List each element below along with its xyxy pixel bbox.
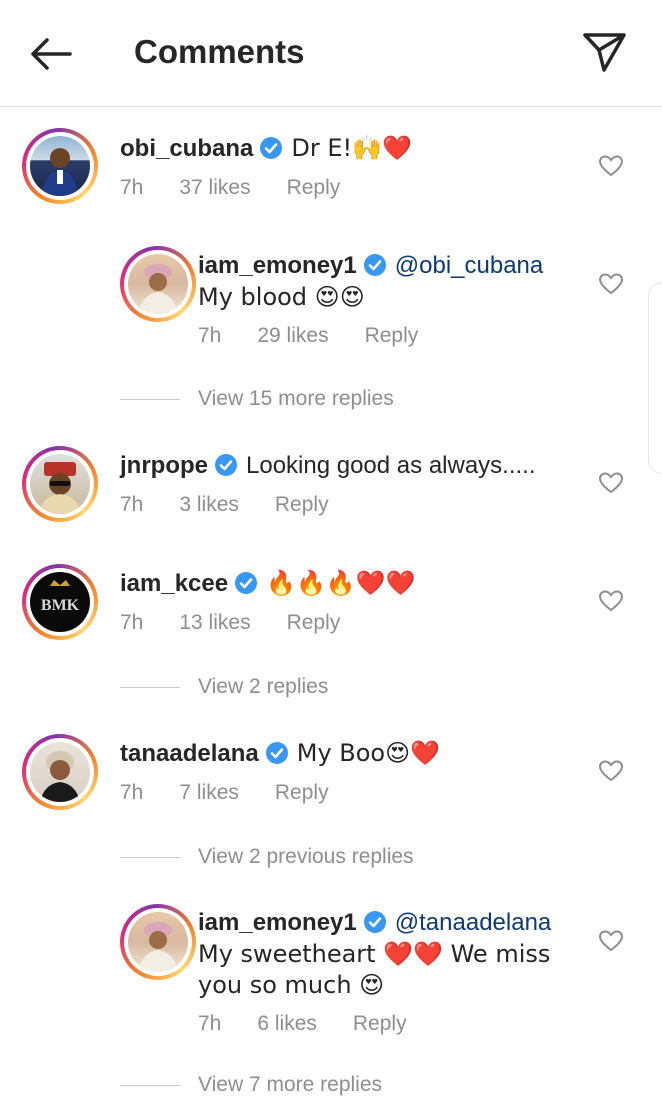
comment-likes[interactable]: 13 likes bbox=[179, 611, 250, 635]
comment-text: My Boo😍❤️ bbox=[296, 739, 441, 767]
reply-button[interactable]: Reply bbox=[365, 324, 419, 348]
comment-text-continued: you so much 😍 bbox=[198, 971, 385, 999]
comment-text: My sweetheart ❤️❤️ We miss bbox=[198, 940, 551, 968]
comment-time: 7h bbox=[120, 611, 144, 634]
arrow-left-icon[interactable] bbox=[26, 34, 76, 74]
divider bbox=[120, 398, 180, 400]
comment-username[interactable]: obi_cubana bbox=[120, 135, 253, 162]
comment-likes[interactable]: 6 likes bbox=[257, 1012, 317, 1036]
comment-likes[interactable]: 29 likes bbox=[257, 324, 328, 348]
heart-icon[interactable] bbox=[598, 589, 624, 613]
view-more-label[interactable]: View 7 more replies bbox=[198, 1073, 382, 1096]
view-previous-replies[interactable]: View 2 previous replies bbox=[120, 845, 414, 869]
mention-link[interactable]: @tanaadelana bbox=[395, 909, 552, 936]
page-title: Comments bbox=[134, 33, 305, 70]
comment-likes[interactable]: 37 likes bbox=[179, 176, 250, 200]
verified-badge-icon bbox=[363, 911, 386, 933]
comment-username[interactable]: iam_kcee bbox=[120, 570, 228, 597]
comment-likes[interactable]: 3 likes bbox=[179, 493, 239, 517]
comment-time: 7h bbox=[198, 324, 222, 347]
comment-time: 7h bbox=[120, 176, 144, 199]
comment-username[interactable]: tanaadelana bbox=[120, 740, 259, 767]
reply-button[interactable]: Reply bbox=[287, 176, 341, 200]
comment-time: 7h bbox=[120, 781, 144, 804]
mention-link[interactable]: @obi_cubana bbox=[395, 252, 543, 279]
comment-text: 🔥🔥🔥❤️❤️ bbox=[266, 569, 416, 597]
avatar[interactable]: BMK bbox=[22, 564, 98, 640]
comment-time: 7h bbox=[198, 1012, 222, 1035]
reply-button[interactable]: Reply bbox=[275, 493, 329, 517]
verified-badge-icon bbox=[265, 742, 288, 764]
view-more-label[interactable]: View 15 more replies bbox=[198, 387, 394, 410]
comment-username[interactable]: iam_emoney1 bbox=[198, 252, 357, 279]
view-more-label[interactable]: View 2 previous replies bbox=[198, 845, 414, 868]
view-more-replies[interactable]: View 7 more replies bbox=[120, 1073, 382, 1097]
avatar[interactable] bbox=[120, 246, 196, 322]
view-more-label[interactable]: View 2 replies bbox=[198, 675, 328, 698]
comment-username[interactable]: iam_emoney1 bbox=[198, 909, 357, 936]
comment-text: My blood 😍😍 bbox=[198, 283, 365, 311]
heart-icon[interactable] bbox=[598, 929, 624, 953]
comment-username[interactable]: jnrpope bbox=[120, 452, 208, 479]
verified-badge-icon bbox=[363, 254, 386, 276]
avatar[interactable] bbox=[22, 734, 98, 810]
divider bbox=[120, 686, 180, 688]
heart-icon[interactable] bbox=[598, 272, 624, 296]
kcee-avatar-text: BMK bbox=[41, 597, 80, 614]
scroll-indicator[interactable] bbox=[648, 282, 662, 474]
comment-time: 7h bbox=[120, 493, 144, 516]
verified-badge-icon bbox=[215, 454, 237, 476]
avatar[interactable] bbox=[22, 128, 98, 204]
comment-text: Dr E!🙌❤️ bbox=[291, 134, 412, 162]
heart-icon[interactable] bbox=[598, 471, 624, 495]
divider bbox=[120, 856, 180, 858]
header-bar: Comments bbox=[0, 0, 662, 107]
avatar[interactable] bbox=[120, 904, 196, 980]
verified-badge-icon bbox=[260, 137, 283, 159]
verified-badge-icon bbox=[235, 572, 258, 594]
view-more-replies[interactable]: View 2 replies bbox=[120, 675, 328, 699]
reply-button[interactable]: Reply bbox=[275, 781, 329, 805]
view-more-replies[interactable]: View 15 more replies bbox=[120, 387, 394, 411]
comment-text: Looking good as always..... bbox=[246, 452, 536, 479]
comment-likes[interactable]: 7 likes bbox=[179, 781, 239, 805]
reply-button[interactable]: Reply bbox=[353, 1012, 407, 1036]
reply-button[interactable]: Reply bbox=[287, 611, 341, 635]
avatar[interactable] bbox=[22, 446, 98, 522]
divider bbox=[120, 1084, 180, 1086]
heart-icon[interactable] bbox=[598, 154, 624, 178]
heart-icon[interactable] bbox=[598, 759, 624, 783]
paper-plane-icon[interactable] bbox=[580, 30, 628, 74]
